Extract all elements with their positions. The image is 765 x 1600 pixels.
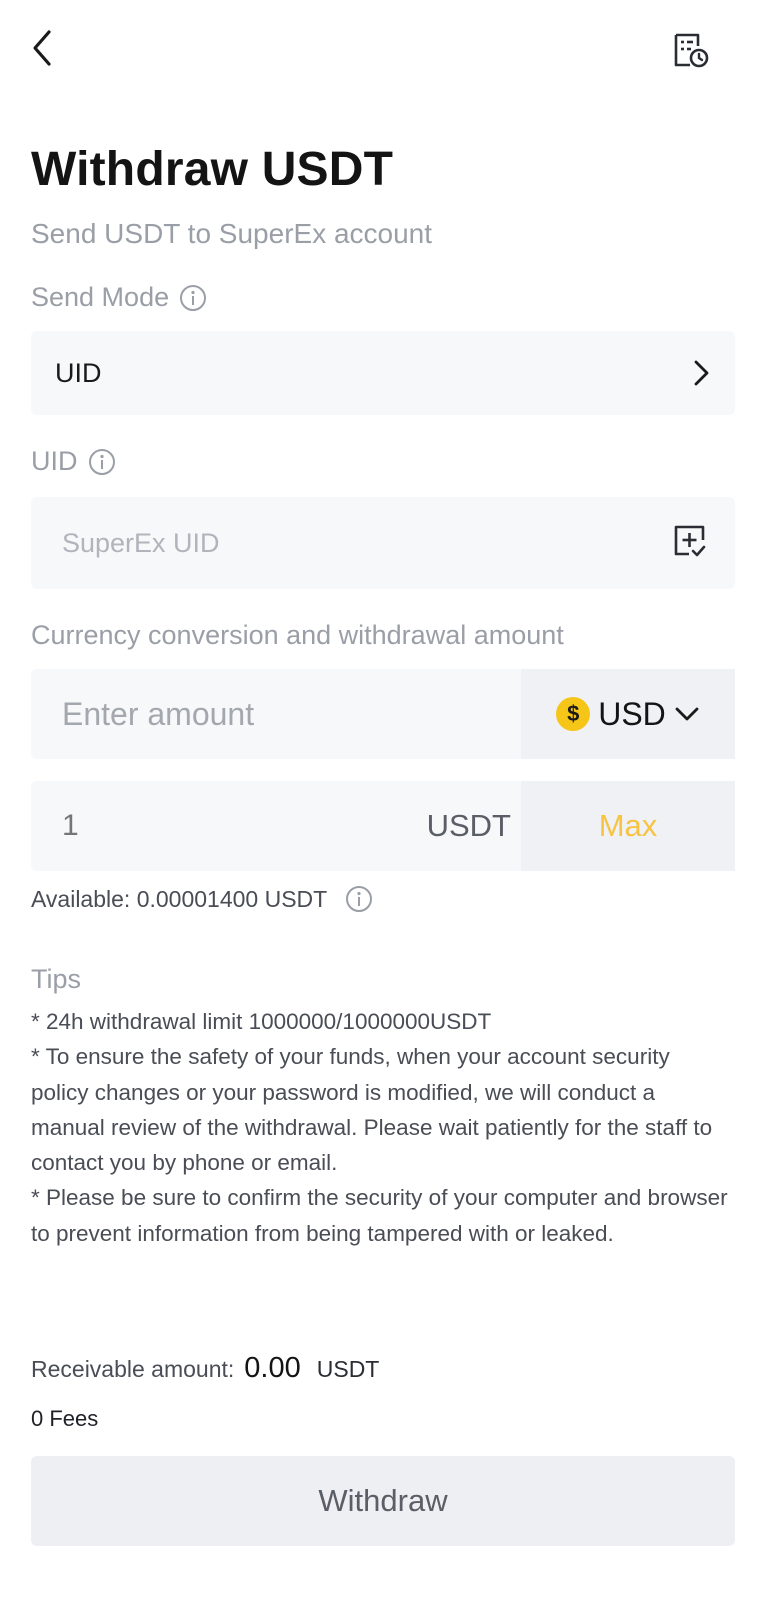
page-title: Withdraw USDT: [31, 143, 394, 196]
receivable-label: Receivable amount:: [31, 1356, 235, 1382]
max-button[interactable]: Max: [521, 781, 735, 871]
info-icon[interactable]: [345, 885, 373, 913]
send-mode-label-row: Send Mode: [31, 282, 207, 313]
info-icon[interactable]: [88, 448, 116, 476]
usdt-unit: USDT: [426, 808, 511, 843]
tips-title: Tips: [31, 964, 82, 994]
usd-coin-icon: $: [556, 697, 591, 731]
tips-list: * 24h withdrawal limit 1000000/1000000US…: [31, 1004, 731, 1251]
uid-label-row: UID: [31, 446, 116, 477]
record-history-icon: [674, 33, 709, 68]
amount-row: $ USD: [31, 669, 735, 759]
history-button[interactable]: [668, 28, 712, 72]
page-subtitle: Send USDT to SuperEx account: [31, 218, 433, 249]
available-balance: Available: 0.00001400 USDT: [31, 885, 373, 913]
currency-label: USD: [598, 695, 666, 732]
amount-label: Currency conversion and withdrawal amoun…: [31, 620, 564, 650]
back-button[interactable]: [22, 28, 62, 68]
amount-input[interactable]: [62, 695, 482, 733]
fees-text: 0 Fees: [31, 1406, 99, 1431]
send-mode-value: UID: [55, 357, 102, 388]
paste-icon[interactable]: [673, 524, 707, 563]
usdt-amount-field[interactable]: USDT: [31, 781, 521, 871]
available-text: Available: 0.00001400 USDT: [31, 885, 328, 912]
currency-select[interactable]: $ USD: [521, 669, 735, 759]
tip-item: * 24h withdrawal limit 1000000/1000000US…: [31, 1009, 492, 1034]
send-mode-select[interactable]: UID: [31, 331, 735, 415]
receivable-unit: USDT: [316, 1356, 380, 1382]
usdt-amount-row: USDT Max: [31, 781, 735, 871]
withdraw-button[interactable]: Withdraw: [31, 1456, 735, 1546]
receivable-value: 0.00: [244, 1352, 301, 1384]
send-mode-label: Send Mode: [31, 282, 170, 312]
uid-input[interactable]: [62, 527, 582, 559]
chevron-left-icon: [33, 30, 51, 66]
tip-item: * Please be sure to confirm the security…: [31, 1185, 728, 1246]
uid-label: UID: [31, 446, 78, 476]
chevron-down-icon: [675, 707, 699, 721]
info-icon[interactable]: [179, 284, 207, 312]
chevron-right-icon: [694, 360, 709, 386]
tip-item: * To ensure the safety of your funds, wh…: [31, 1044, 713, 1176]
amount-field[interactable]: [31, 669, 521, 759]
usdt-amount-input[interactable]: [62, 809, 362, 843]
receivable-amount: Receivable amount: 0.00 USDT: [31, 1352, 379, 1385]
uid-field[interactable]: [31, 497, 735, 589]
